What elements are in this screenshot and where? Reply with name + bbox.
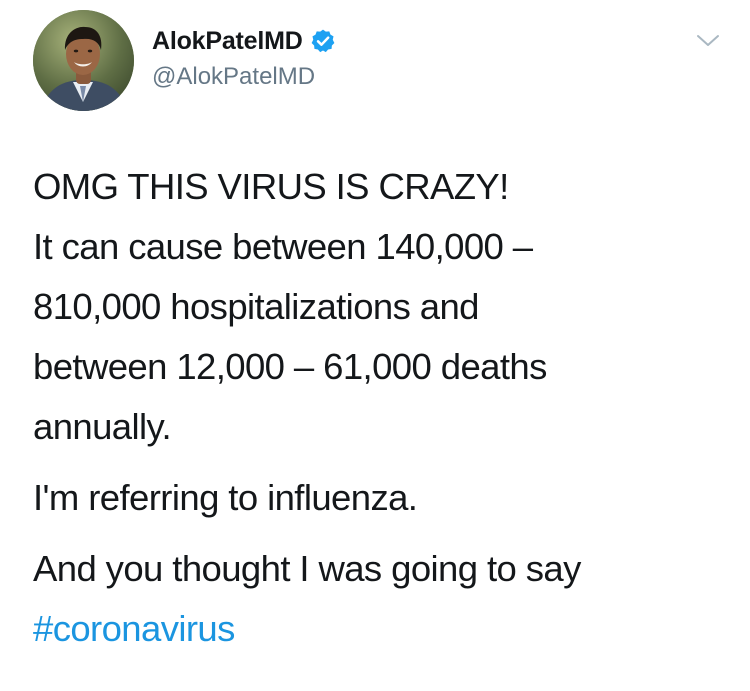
tweet-line: And you thought I was going to say [33, 548, 581, 589]
verified-badge-icon [310, 28, 336, 54]
author-name-row[interactable]: AlokPatelMD [152, 24, 336, 58]
tweet-paragraph-2: I'm referring to influenza. [33, 468, 733, 528]
chevron-down-icon[interactable] [695, 32, 721, 50]
tweet-line: I'm referring to influenza. [33, 477, 418, 518]
tweet-line: It can cause between 140,000 – [33, 226, 533, 267]
tweet-paragraph-1: OMG THIS VIRUS IS CRAZY! It can cause be… [33, 157, 733, 457]
author-display-name[interactable]: AlokPatelMD [152, 27, 303, 56]
author-handle[interactable]: @AlokPatelMD [152, 63, 315, 91]
hashtag-link[interactable]: #coronavirus [33, 599, 733, 659]
tweet-line: OMG THIS VIRUS IS CRAZY! [33, 166, 509, 207]
tweet-text: OMG THIS VIRUS IS CRAZY! It can cause be… [33, 157, 733, 659]
tweet-line: 810,000 hospitalizations and [33, 286, 479, 327]
tweet: AlokPatelMD @AlokPatelMD OMG THIS VIRUS … [0, 0, 750, 691]
tweet-line: annually. [33, 406, 172, 447]
avatar[interactable] [33, 10, 134, 111]
tweet-paragraph-3: And you thought I was going to say #coro… [33, 539, 733, 659]
tweet-line: between 12,000 – 61,000 deaths [33, 346, 547, 387]
avatar-photo-icon [33, 10, 134, 111]
